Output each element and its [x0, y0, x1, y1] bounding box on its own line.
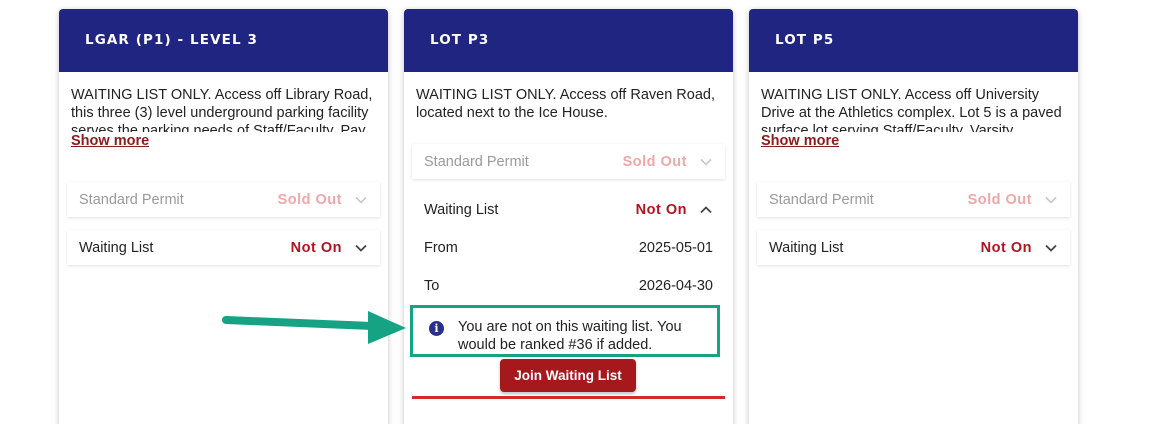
divider — [412, 396, 725, 399]
permit-row-waiting-list[interactable]: Waiting List Not On — [67, 230, 380, 265]
card-title: LGAR (P1) - LEVEL 3 — [59, 9, 388, 72]
status-badge: Sold Out — [967, 191, 1032, 208]
chevron-down-icon — [1044, 241, 1058, 255]
arrow-right-icon — [222, 311, 406, 344]
status-badge: Not On — [980, 239, 1032, 256]
parking-card-lot-p5: LOT P5 WAITING LIST ONLY. Access off Uni… — [749, 9, 1078, 424]
waiting-list-notice: i You are not on this waiting list. You … — [410, 305, 720, 357]
chevron-down-icon — [354, 193, 368, 207]
chevron-down-icon — [699, 155, 713, 169]
status-badge: Not On — [290, 239, 342, 256]
parking-card-lgar: LGAR (P1) - LEVEL 3 WAITING LIST ONLY. A… — [59, 9, 388, 424]
notice-text: You are not on this waiting list. You wo… — [458, 319, 682, 353]
permit-row-standard[interactable]: Standard Permit Sold Out — [412, 144, 725, 179]
status-badge: Sold Out — [277, 191, 342, 208]
card-description: WAITING LIST ONLY. Access off Raven Road… — [416, 87, 715, 121]
parking-card-lot-p3: LOT P3 WAITING LIST ONLY. Access off Rav… — [404, 9, 733, 424]
detail-row-from: From 2025-05-01 — [412, 233, 725, 263]
card-title: LOT P3 — [404, 9, 733, 72]
detail-value: 2026-04-30 — [638, 278, 713, 294]
row-label: Standard Permit — [79, 191, 184, 208]
chevron-down-icon — [354, 241, 368, 255]
detail-label: To — [424, 278, 440, 294]
permit-row-waiting-list[interactable]: Waiting List Not On — [757, 230, 1070, 265]
permit-row-standard[interactable]: Standard Permit Sold Out — [757, 182, 1070, 217]
status-badge: Not On — [635, 201, 687, 218]
row-label: Standard Permit — [769, 191, 874, 208]
card-title: LOT P5 — [749, 9, 1078, 72]
detail-label: From — [424, 240, 458, 256]
card-description: WAITING LIST ONLY. Access off University… — [761, 87, 1062, 132]
permit-row-standard[interactable]: Standard Permit Sold Out — [67, 182, 380, 217]
status-badge: Sold Out — [622, 153, 687, 170]
row-label: Waiting List — [769, 239, 844, 256]
chevron-up-icon — [699, 203, 713, 217]
permit-row-waiting-list[interactable]: Waiting List Not On — [412, 192, 725, 227]
card-description: WAITING LIST ONLY. Access off Library Ro… — [71, 87, 373, 132]
row-label: Standard Permit — [424, 153, 529, 170]
detail-value: 2025-05-01 — [638, 240, 713, 256]
detail-row-to: To 2026-04-30 — [412, 271, 725, 301]
show-more-link[interactable]: Show more — [761, 133, 839, 149]
show-more-link[interactable]: Show more — [71, 133, 149, 149]
row-label: Waiting List — [424, 201, 499, 218]
join-waiting-list-button[interactable]: Join Waiting List — [500, 359, 636, 392]
chevron-down-icon — [1044, 193, 1058, 207]
info-icon: i — [429, 321, 444, 336]
row-label: Waiting List — [79, 239, 154, 256]
